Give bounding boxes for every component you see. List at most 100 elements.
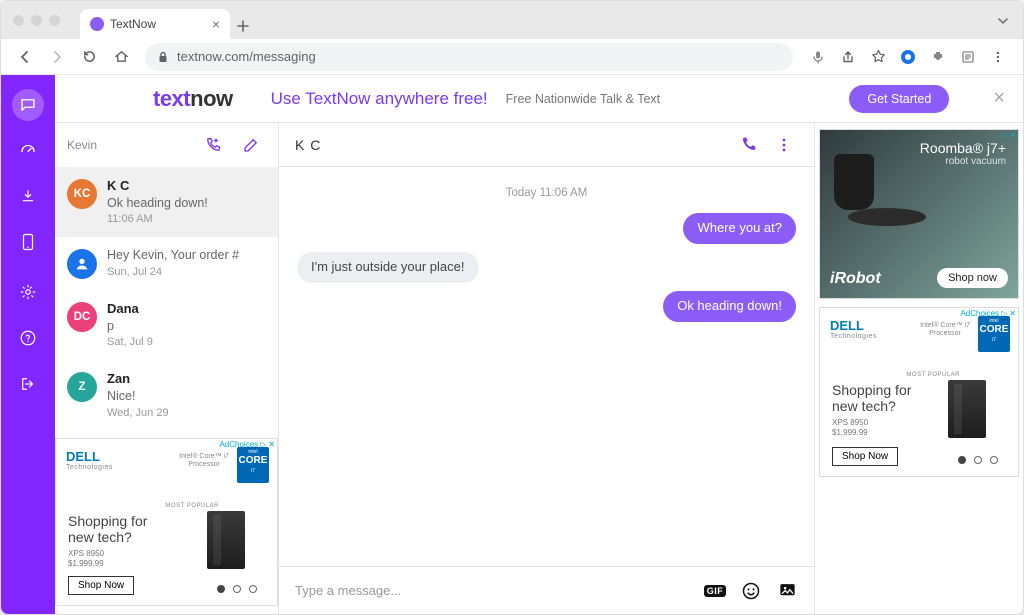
new-tab-button[interactable] (230, 13, 256, 39)
conversation-item[interactable]: DC Dana p Sat, Jul 9 (55, 290, 278, 360)
emoji-icon[interactable] (738, 578, 764, 604)
bookmark-star-icon[interactable] (863, 43, 893, 71)
intel-badge-icon: intel CORE i7 (978, 316, 1010, 352)
gif-icon[interactable]: GIF (702, 578, 728, 604)
conversation-list: Kevin KC K C Ok heading down! (55, 123, 279, 614)
tab-strip: TextNow × (1, 1, 1023, 39)
conversation-name: K C (107, 177, 208, 195)
conversation-preview: Ok heading down! (107, 195, 208, 212)
url-field[interactable]: textnow.com/messaging (145, 43, 793, 71)
dell-shop-button[interactable]: Shop Now (832, 447, 898, 466)
roomba-dock-illustration (834, 154, 874, 210)
nav-download-icon[interactable] (13, 181, 43, 211)
roomba-title: Roomba® j7+ robot vacuum (920, 140, 1006, 167)
compose-icon[interactable] (236, 130, 266, 160)
promo-close-icon[interactable]: × (993, 87, 1005, 110)
conversation-item[interactable]: Hey Kevin, Your order # Sun, Jul 24 (55, 237, 278, 290)
ad-rail: ▷✕ Roomba® j7+ robot vacuum iRobot Shop … (815, 123, 1023, 614)
tab-title: TextNow (110, 17, 156, 31)
message-row: Where you at? (297, 213, 796, 244)
nav-back-icon[interactable] (11, 43, 39, 71)
tab-close-icon[interactable]: × (212, 17, 220, 31)
roomba-shop-button[interactable]: Shop now (937, 268, 1008, 288)
promo-banner: textnow Use TextNow anywhere free! Free … (55, 75, 1023, 123)
toolbar-right (803, 43, 1013, 71)
chat-header: K C (279, 123, 814, 167)
chat-title: K C (295, 137, 321, 153)
message-input[interactable] (293, 582, 692, 599)
dell-headline: Shopping fornew tech? (832, 382, 911, 414)
url-text: textnow.com/messaging (177, 49, 316, 64)
dell-meta: XPS 8950$1,999.99 (832, 418, 868, 439)
intel-caption: Intel® Core™ i7Processor (179, 453, 229, 468)
message-row: Ok heading down! (297, 291, 796, 322)
browser-window: TextNow × textnow.com/messaging (0, 0, 1024, 615)
conversation-name: Zan (107, 370, 169, 388)
message-bubble-in: I'm just outside your place! (297, 252, 479, 283)
chat-messages: Today 11:06 AM Where you at? I'm just ou… (279, 167, 814, 566)
traffic-minimize[interactable] (31, 15, 42, 26)
conversation-preview: Nice! (107, 388, 169, 405)
nav-speed-icon[interactable] (13, 135, 43, 165)
chat-pane: K C Today 11:06 AM Where you at? (279, 123, 815, 614)
dell-popular-label: MOST POPULAR (906, 372, 960, 378)
nav-reload-icon[interactable] (75, 43, 103, 71)
intel-badge-icon: intel CORE i7 (237, 447, 269, 483)
avatar: Z (67, 372, 97, 402)
traffic-zoom[interactable] (49, 15, 60, 26)
conversation-time: 11:06 AM (107, 212, 208, 227)
nav-help-icon[interactable] (13, 323, 43, 353)
conversation-item[interactable]: KC K C Ok heading down! 11:06 AM (55, 167, 278, 237)
nav-sidebar (1, 75, 55, 614)
call-icon[interactable] (734, 131, 762, 159)
brand-text-purple: text (153, 86, 190, 111)
mic-icon[interactable] (803, 43, 833, 71)
chat-day-separator: Today 11:06 AM (297, 187, 796, 199)
promo-cta-button[interactable]: Get Started (849, 85, 949, 113)
left-ad-slot: AdChoices▷✕ DELLTechnologies Intel® Core… (55, 438, 278, 614)
avatar: DC (67, 302, 97, 332)
columns: Kevin KC K C Ok heading down! (55, 123, 1023, 614)
intel-caption: Intel® Core™ i7Processor (920, 322, 970, 337)
message-composer: GIF (279, 566, 814, 614)
message-bubble-out: Where you at? (683, 213, 796, 244)
conversation-item[interactable]: Z Zan Nice! Wed, Jun 29 (55, 360, 278, 430)
main-content: textnow Use TextNow anywhere free! Free … (55, 75, 1023, 614)
carousel-dots[interactable] (958, 456, 998, 464)
conversation-list-header: Kevin (55, 123, 278, 167)
conversation-preview: Hey Kevin, Your order # (107, 247, 239, 264)
conversation-time: Sun, Jul 24 (107, 265, 239, 280)
conversation-name: Dana (107, 300, 153, 318)
attach-image-icon[interactable] (774, 578, 800, 604)
nav-phone-icon[interactable] (13, 227, 43, 257)
overflow-menu-icon[interactable] (983, 43, 1013, 71)
promo-headline: Use TextNow anywhere free! (271, 89, 488, 109)
window-traffic-lights (13, 15, 60, 26)
reading-list-icon[interactable] (953, 43, 983, 71)
adchoices-badge[interactable]: ▷✕ (1001, 131, 1016, 140)
share-icon[interactable] (833, 43, 863, 71)
nav-home-icon[interactable] (107, 43, 135, 71)
browser-tab[interactable]: TextNow × (80, 9, 230, 39)
nav-messages-icon[interactable] (12, 89, 44, 121)
extensions-icon[interactable] (923, 43, 953, 71)
chat-more-icon[interactable] (770, 131, 798, 159)
tab-overflow-icon[interactable] (997, 15, 1009, 27)
nav-settings-icon[interactable] (13, 277, 43, 307)
message-row: I'm just outside your place! (297, 252, 796, 283)
ad-dell-right[interactable]: AdChoices▷✕ DELLTechnologies Intel® Core… (819, 307, 1019, 477)
dell-headline: Shopping fornew tech? (68, 513, 147, 545)
traffic-close[interactable] (13, 15, 24, 26)
new-call-icon[interactable] (198, 130, 228, 160)
ad-dell-left[interactable]: AdChoices▷✕ DELLTechnologies Intel® Core… (55, 438, 278, 606)
carousel-dots[interactable] (217, 585, 257, 593)
profile-indicator-icon[interactable] (893, 43, 923, 71)
nav-logout-icon[interactable] (13, 369, 43, 399)
conversation-preview: p (107, 318, 153, 335)
brand-text-dark: now (190, 86, 233, 111)
dell-shop-button[interactable]: Shop Now (68, 576, 134, 595)
nav-forward-icon[interactable] (43, 43, 71, 71)
irobot-logo: iRobot (830, 270, 881, 288)
ad-roomba[interactable]: ▷✕ Roomba® j7+ robot vacuum iRobot Shop … (819, 129, 1019, 299)
conversation-time: Sat, Jul 9 (107, 335, 153, 350)
